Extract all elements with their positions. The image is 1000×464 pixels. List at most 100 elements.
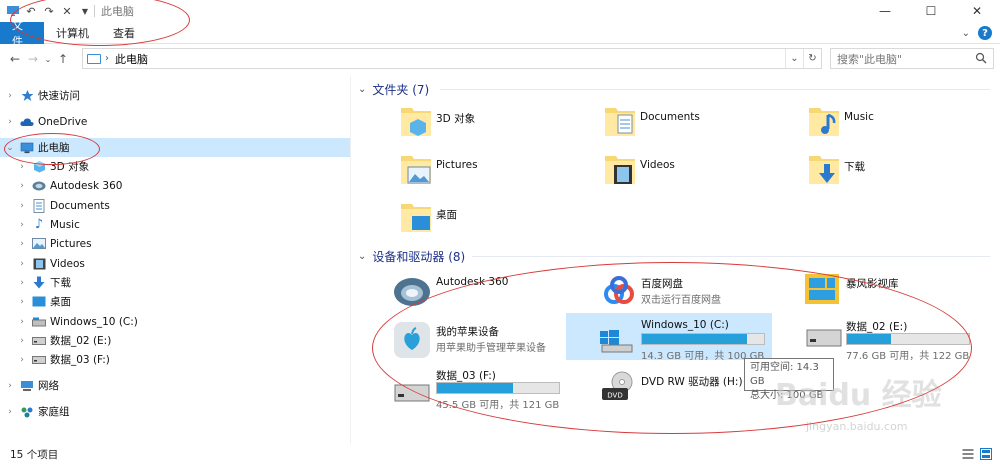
chevron-right-icon[interactable]: › bbox=[16, 201, 28, 211]
address-dropdown-icon[interactable]: ⌄ bbox=[785, 49, 803, 68]
chevron-right-icon[interactable]: › bbox=[4, 407, 16, 417]
title-separator bbox=[94, 5, 95, 17]
group-header-devices[interactable]: ⌄ 设备和驱动器 (8) bbox=[358, 248, 465, 265]
maximize-icon[interactable]: ☐ bbox=[908, 0, 954, 22]
chevron-right-icon[interactable]: › bbox=[16, 317, 28, 327]
tab-file[interactable]: 文件 bbox=[0, 19, 44, 48]
folder-pictures[interactable]: Pictures bbox=[400, 151, 478, 185]
minimize-icon[interactable]: — bbox=[862, 0, 908, 22]
drive-usage-bar bbox=[436, 382, 560, 394]
device-apple[interactable]: 我的苹果设备 用苹果助手管理苹果设备 bbox=[392, 320, 592, 362]
folder-music[interactable]: Music bbox=[808, 103, 874, 137]
tiles-view-icon[interactable] bbox=[980, 448, 992, 460]
cube-icon bbox=[32, 160, 46, 174]
status-bar: 15 个项目 bbox=[0, 444, 1000, 464]
chevron-right-icon[interactable]: › bbox=[16, 220, 28, 230]
chevron-right-icon[interactable]: › bbox=[16, 259, 28, 269]
sidebar-item-homegroup[interactable]: › 家庭组 bbox=[0, 402, 350, 421]
folder-downloads[interactable]: 下载 bbox=[808, 151, 865, 185]
address-bar[interactable]: › 此电脑 ⌄ ↻ bbox=[82, 48, 822, 69]
group-header-folders[interactable]: ⌄ 文件夹 (7) bbox=[358, 81, 429, 98]
sidebar-item-autodesk-360[interactable]: › Autodesk 360 bbox=[0, 176, 350, 195]
folder-label: Pictures bbox=[436, 159, 478, 171]
folder-label: 3D 对象 bbox=[436, 113, 476, 125]
back-icon[interactable]: ← bbox=[6, 52, 24, 66]
cloud-icon bbox=[20, 115, 34, 129]
sidebar-item-documents[interactable]: › Documents bbox=[0, 196, 350, 215]
sidebar-item-downloads[interactable]: › 下载 bbox=[0, 273, 350, 292]
drive-e[interactable]: 数据_02 (E:) 77.6 GB 可用，共 122 GB bbox=[804, 317, 994, 362]
chevron-right-icon[interactable]: › bbox=[4, 381, 16, 391]
details-view-icon[interactable] bbox=[962, 448, 974, 460]
drive-f[interactable]: 数据_03 (F:) 45.5 GB 可用，共 121 GB bbox=[392, 366, 592, 411]
device-autodesk-360[interactable]: Autodesk 360 bbox=[392, 270, 592, 312]
sidebar-item-this-pc[interactable]: ⌄ 此电脑 bbox=[0, 138, 350, 157]
sidebar-item-drive-f[interactable]: › 数据_03 (F:) bbox=[0, 350, 350, 369]
folder-icon bbox=[605, 156, 635, 184]
tab-computer[interactable]: 计算机 bbox=[44, 22, 101, 44]
sidebar-item-music[interactable]: › ♪ Music bbox=[0, 215, 350, 234]
help-icon[interactable]: ? bbox=[978, 26, 992, 40]
chevron-right-icon[interactable]: › bbox=[16, 278, 28, 288]
search-input[interactable]: 搜索"此电脑" bbox=[830, 48, 994, 69]
forward-icon[interactable]: → bbox=[24, 52, 42, 66]
sidebar-item-drive-e[interactable]: › 数据_02 (E:) bbox=[0, 331, 350, 350]
chevron-right-icon[interactable]: › bbox=[16, 239, 28, 249]
autodesk-icon bbox=[32, 179, 46, 193]
sidebar-item-label: 家庭组 bbox=[38, 406, 70, 418]
ribbon-expand-icon[interactable]: ⌄ bbox=[962, 28, 970, 39]
group-title: 设备和驱动器 (8) bbox=[372, 250, 466, 264]
sidebar-item-network[interactable]: › 网络 bbox=[0, 376, 350, 395]
sidebar-item-pictures[interactable]: › Pictures bbox=[0, 234, 350, 253]
chevron-right-icon[interactable]: › bbox=[4, 117, 16, 127]
dropdown-icon[interactable]: ▼ bbox=[78, 4, 92, 18]
sidebar-item-drive-c[interactable]: › Windows_10 (C:) bbox=[0, 312, 350, 331]
folder-documents[interactable]: Documents bbox=[604, 103, 700, 137]
chevron-right-icon[interactable]: › bbox=[16, 181, 28, 191]
sidebar-item-desktop[interactable]: › 桌面 bbox=[0, 292, 350, 311]
sidebar-item-onedrive[interactable]: › OneDrive bbox=[0, 112, 350, 131]
sidebar-item-videos[interactable]: › Videos bbox=[0, 254, 350, 273]
folder-videos[interactable]: Videos bbox=[604, 151, 675, 185]
close-icon[interactable]: ✕ bbox=[954, 0, 1000, 22]
chevron-right-icon[interactable]: › bbox=[16, 336, 28, 346]
sidebar-item-quick-access[interactable]: › 快速访问 bbox=[0, 86, 350, 105]
device-label: Autodesk 360 bbox=[436, 276, 509, 288]
dvd-drive-icon: DVD bbox=[602, 371, 633, 400]
breadcrumb[interactable]: 此电脑 bbox=[115, 51, 148, 67]
group-divider bbox=[472, 256, 990, 257]
folder-label: 桌面 bbox=[436, 209, 457, 221]
pc-icon bbox=[87, 53, 101, 64]
chevron-down-icon[interactable]: ⌄ bbox=[4, 143, 16, 153]
chevron-right-icon[interactable]: › bbox=[16, 355, 28, 365]
chevron-down-icon[interactable]: ⌄ bbox=[358, 251, 366, 262]
sidebar-item-label: Documents bbox=[50, 199, 110, 212]
redo-icon[interactable]: ↷ bbox=[42, 4, 56, 18]
sidebar-item-3d-objects[interactable]: › 3D 对象 bbox=[0, 157, 350, 176]
up-icon[interactable]: ↑ bbox=[54, 52, 72, 66]
navigation-bar: ← → ⌄ ↑ › 此电脑 ⌄ ↻ 搜索"此电脑" bbox=[0, 46, 1000, 72]
device-baidu-netdisk[interactable]: 百度网盘 双击运行百度网盘 bbox=[600, 272, 800, 312]
tab-view[interactable]: 查看 bbox=[101, 22, 147, 44]
chevron-right-icon[interactable]: › bbox=[16, 297, 28, 307]
drive-usage-bar bbox=[641, 333, 765, 345]
sidebar-item-label: Pictures bbox=[50, 237, 92, 250]
folder-3d-objects[interactable]: 3D 对象 bbox=[400, 103, 475, 137]
recent-dropdown-icon[interactable]: ⌄ bbox=[42, 55, 54, 64]
folder-label: 下载 bbox=[844, 161, 865, 173]
chevron-right-icon[interactable]: › bbox=[16, 162, 28, 172]
chevron-right-icon[interactable]: › bbox=[4, 91, 16, 101]
device-label: DVD RW 驱动器 (H:) bbox=[641, 376, 743, 388]
drive-usage-fill bbox=[437, 383, 514, 393]
delete-icon[interactable]: ✕ bbox=[60, 4, 74, 18]
search-icon[interactable] bbox=[975, 52, 987, 64]
desktop-icon bbox=[32, 295, 46, 309]
drive-c[interactable]: Windows_10 (C:) 14.3 GB 可用，共 100 GB bbox=[566, 313, 772, 362]
video-icon bbox=[32, 257, 46, 271]
breadcrumb-separator[interactable]: › bbox=[105, 53, 109, 64]
folder-icon bbox=[605, 108, 635, 136]
device-baofeng-library[interactable]: 暴风影视库 bbox=[804, 272, 994, 312]
folder-desktop[interactable]: 桌面 bbox=[400, 199, 457, 233]
refresh-icon[interactable]: ↻ bbox=[803, 49, 821, 68]
chevron-down-icon[interactable]: ⌄ bbox=[358, 84, 366, 95]
